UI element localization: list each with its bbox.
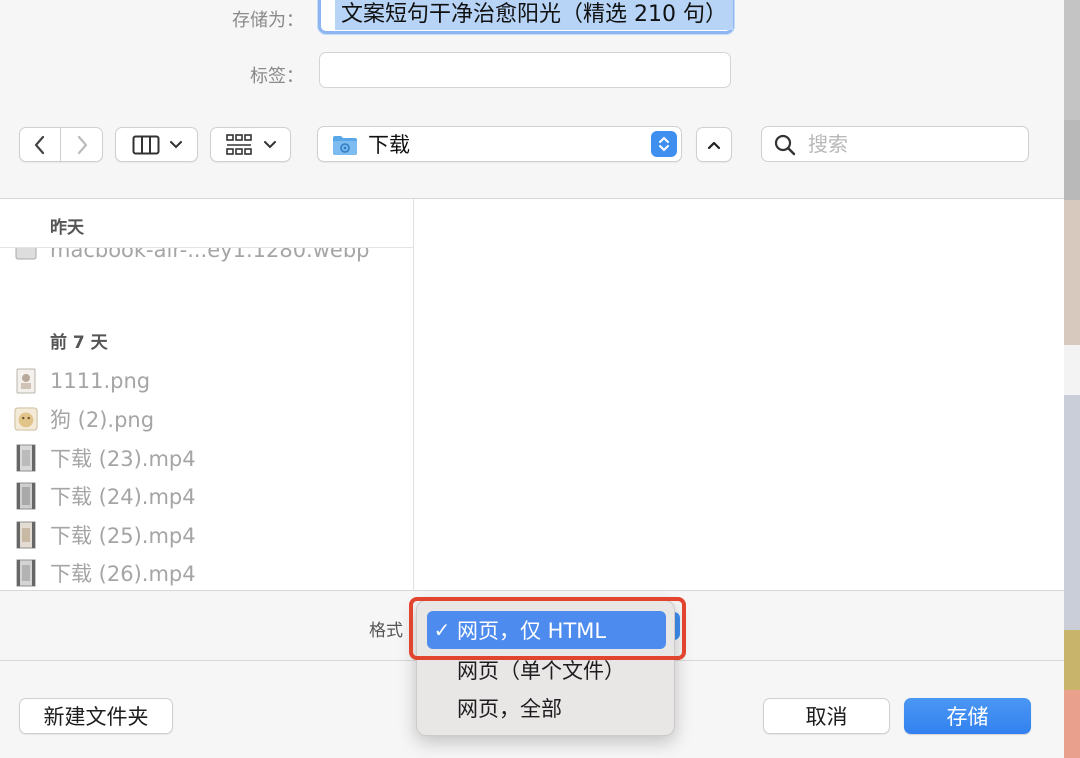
cancel-button[interactable]: 取消 (763, 698, 890, 734)
list-item[interactable]: 下载 (24).mp4 (14, 479, 196, 513)
chevron-left-icon (33, 135, 47, 155)
group-divider (0, 247, 413, 248)
expand-collapse-button[interactable] (696, 127, 732, 162)
save-as-label: 存储为： (232, 10, 304, 31)
preview-column (415, 199, 1064, 590)
format-label: 格式 (369, 621, 403, 641)
new-folder-button[interactable]: 新建文件夹 (19, 698, 173, 734)
file-browser: 昨天 macbook-air-...ey1.1280.webp 前 7 天 11… (0, 199, 1064, 590)
save-as-field[interactable]: 文案短句干净治愈阳光（精选 210 句） (318, 0, 734, 34)
image-file-icon (14, 367, 38, 395)
updown-arrows-icon (651, 131, 677, 157)
format-option-label: 网页（单个文件） (457, 659, 625, 683)
columns-view-icon (132, 135, 160, 155)
format-option-single-file[interactable]: 网页（单个文件） (427, 651, 666, 689)
format-option-label: 网页，仅 HTML (457, 619, 607, 643)
view-mode-button[interactable] (115, 127, 198, 162)
downloads-folder-icon (332, 134, 358, 160)
file-name: macbook-air-...ey1.1280.webp (50, 238, 370, 262)
format-option-html-only[interactable]: ✓ 网页，仅 HTML (427, 611, 666, 649)
file-name: 下载 (26).mp4 (50, 562, 196, 586)
tags-label: 标签： (250, 66, 304, 87)
chevron-down-icon (169, 140, 182, 149)
list-item[interactable]: 狗 (2).png (14, 402, 154, 436)
search-field[interactable] (761, 126, 1029, 162)
format-menu: ✓ 网页，仅 HTML 网页（单个文件） 网页，全部 (416, 600, 675, 736)
video-file-icon (14, 444, 38, 472)
search-icon (774, 134, 796, 160)
chevron-down-icon (263, 140, 276, 149)
location-label: 下载 (368, 133, 410, 157)
forward-button[interactable] (61, 127, 103, 162)
file-name: 下载 (25).mp4 (50, 524, 196, 548)
video-file-icon (14, 482, 38, 510)
search-input[interactable] (808, 129, 1018, 159)
grid-view-icon (225, 133, 252, 156)
image-file-icon (14, 405, 38, 433)
video-file-icon (14, 559, 38, 587)
checkmark-icon: ✓ (433, 618, 451, 642)
list-item[interactable]: 下载 (26).mp4 (14, 556, 196, 590)
save-dialog: 存储为： 文案短句干净治愈阳光（精选 210 句） 标签： 下载 搜索 昨天 m… (0, 0, 1064, 758)
video-file-icon (14, 521, 38, 549)
save-as-value[interactable]: 文案短句干净治愈阳光（精选 210 句） (335, 0, 733, 30)
chevron-up-icon (707, 140, 721, 150)
list-item[interactable]: 下载 (25).mp4 (14, 518, 196, 552)
image-file-icon (14, 248, 38, 264)
save-button[interactable]: 存储 (904, 698, 1031, 734)
group-mode-button[interactable] (210, 127, 291, 162)
file-list-column: 昨天 macbook-air-...ey1.1280.webp 前 7 天 11… (0, 199, 414, 590)
location-select[interactable]: 下载 (317, 126, 682, 162)
format-option-complete[interactable]: 网页，全部 (427, 689, 666, 727)
file-name: 下载 (24).mp4 (50, 485, 196, 509)
tags-field[interactable] (319, 52, 731, 88)
file-name: 狗 (2).png (50, 408, 155, 432)
list-item[interactable]: macbook-air-...ey1.1280.webp (14, 238, 370, 267)
background-window-edge (1064, 0, 1080, 758)
chevron-right-icon (75, 135, 89, 155)
group-header-yesterday: 昨天 (50, 218, 84, 238)
list-item[interactable]: 1111.png (14, 364, 150, 398)
file-name: 1111.png (50, 369, 151, 393)
format-option-label: 网页，全部 (457, 697, 562, 721)
list-item[interactable]: 下载 (23).mp4 (14, 441, 196, 475)
file-name: 下载 (23).mp4 (50, 447, 196, 471)
group-header-last-7-days: 前 7 天 (50, 333, 108, 353)
browser-bottom-divider (0, 590, 1064, 591)
back-button[interactable] (19, 127, 61, 162)
